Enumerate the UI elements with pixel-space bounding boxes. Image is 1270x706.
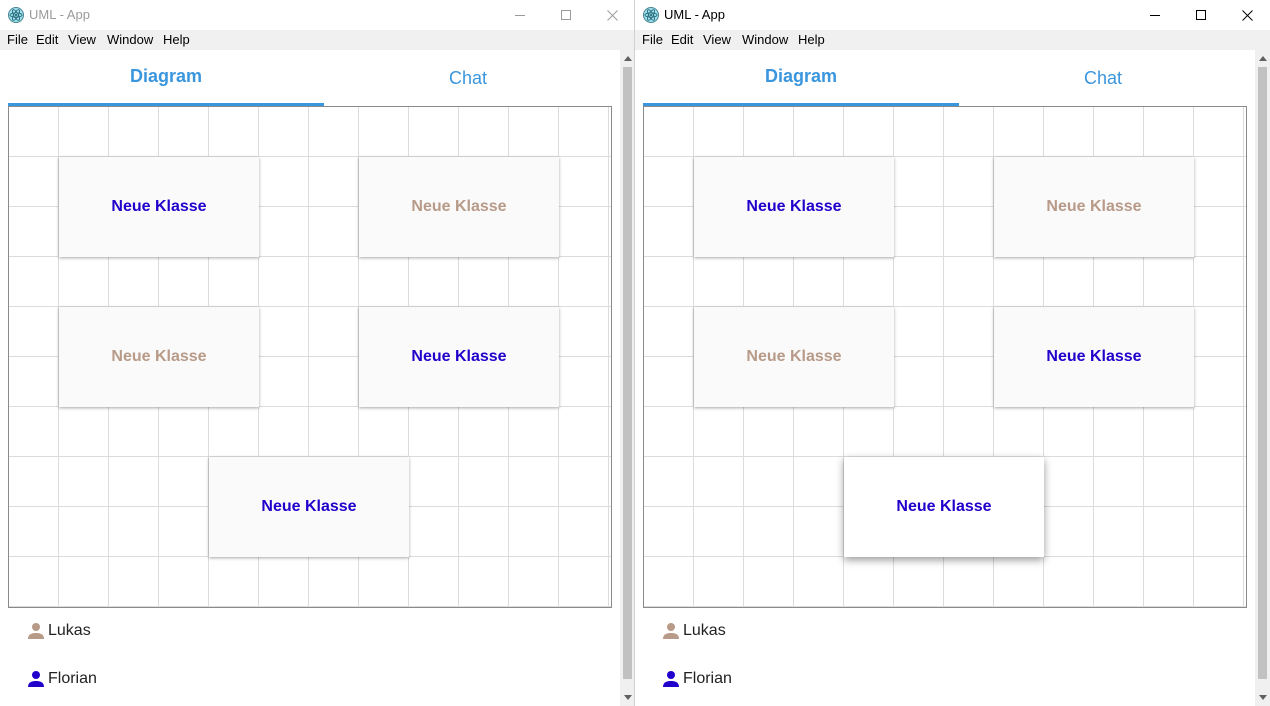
menu-file[interactable]: File [642, 32, 663, 48]
user-entry-lukas: Lukas [27, 620, 91, 642]
menu-edit[interactable]: Edit [671, 32, 693, 48]
menu-help[interactable]: Help [163, 32, 190, 48]
close-button[interactable] [1224, 0, 1270, 30]
title-bar[interactable]: UML - App [0, 0, 635, 30]
electron-app-icon [8, 7, 24, 23]
menu-view[interactable]: View [68, 32, 96, 48]
vertical-scrollbar[interactable] [1255, 50, 1270, 706]
scroll-down-arrow-icon[interactable] [1259, 695, 1267, 700]
uml-class-box[interactable]: Neue Klasse [209, 457, 409, 557]
app-window-right: UML - App File Edit View Window Help Dia… [635, 0, 1270, 706]
person-icon [663, 623, 679, 639]
title-bar[interactable]: UML - App [635, 0, 1270, 30]
tab-bar: Diagram Chat [643, 50, 1247, 106]
uml-class-box[interactable]: Neue Klasse [694, 157, 894, 257]
diagram-canvas[interactable]: Neue Klasse Neue Klasse Neue Klasse Neue… [643, 106, 1247, 608]
window-title: UML - App [29, 7, 90, 22]
uml-class-box[interactable]: Neue Klasse [694, 307, 894, 407]
menu-bar: File Edit View Window Help [635, 30, 1270, 50]
minimize-button[interactable] [1132, 0, 1178, 30]
tab-bar: Diagram Chat [8, 50, 612, 106]
minimize-icon [1150, 15, 1160, 16]
uml-class-box[interactable]: Neue Klasse [359, 307, 559, 407]
menu-help[interactable]: Help [798, 32, 825, 48]
window-title: UML - App [664, 7, 725, 22]
scroll-thumb[interactable] [1258, 67, 1267, 679]
close-icon [606, 9, 618, 21]
person-icon [28, 671, 44, 687]
app-window-left: UML - App File Edit View Window Help Dia… [0, 0, 635, 706]
person-icon [28, 623, 44, 639]
person-icon [663, 671, 679, 687]
maximize-button[interactable] [1178, 0, 1224, 30]
maximize-icon [1196, 10, 1206, 20]
tab-diagram[interactable]: Diagram [8, 50, 324, 106]
user-name: Lukas [683, 622, 726, 639]
uml-class-box[interactable]: Neue Klasse [994, 157, 1194, 257]
user-entry-florian: Florian [662, 668, 732, 690]
uml-class-box[interactable]: Neue Klasse [59, 307, 259, 407]
user-name: Lukas [48, 622, 91, 639]
menu-edit[interactable]: Edit [36, 32, 58, 48]
uml-class-box[interactable]: Neue Klasse [844, 457, 1044, 557]
user-name: Florian [48, 670, 97, 687]
vertical-scrollbar[interactable] [620, 50, 635, 706]
main-content: Diagram Chat Neue Klasse Neue Klasse Neu… [635, 50, 1255, 706]
window-divider [634, 0, 635, 706]
menu-file[interactable]: File [7, 32, 28, 48]
main-content: Diagram Chat Neue Klasse Neue Klasse Neu… [0, 50, 620, 706]
tab-chat[interactable]: Chat [959, 50, 1247, 106]
uml-class-box[interactable]: Neue Klasse [359, 157, 559, 257]
uml-class-box[interactable]: Neue Klasse [994, 307, 1194, 407]
uml-class-box[interactable]: Neue Klasse [59, 157, 259, 257]
maximize-icon [561, 10, 571, 20]
minimize-button[interactable] [497, 0, 543, 30]
close-icon [1241, 9, 1253, 21]
scroll-down-arrow-icon[interactable] [624, 695, 632, 700]
diagram-canvas[interactable]: Neue Klasse Neue Klasse Neue Klasse Neue… [8, 106, 612, 608]
scroll-up-arrow-icon[interactable] [1259, 56, 1267, 61]
user-entry-lukas: Lukas [662, 620, 726, 642]
menu-window[interactable]: Window [107, 32, 153, 48]
maximize-button[interactable] [543, 0, 589, 30]
tab-chat[interactable]: Chat [324, 50, 612, 106]
minimize-icon [515, 15, 525, 16]
electron-app-icon [643, 7, 659, 23]
user-name: Florian [683, 670, 732, 687]
menu-window[interactable]: Window [742, 32, 788, 48]
tab-diagram[interactable]: Diagram [643, 50, 959, 106]
menu-view[interactable]: View [703, 32, 731, 48]
menu-bar: File Edit View Window Help [0, 30, 635, 50]
user-entry-florian: Florian [27, 668, 97, 690]
scroll-up-arrow-icon[interactable] [624, 56, 632, 61]
scroll-thumb[interactable] [623, 67, 632, 679]
close-button[interactable] [589, 0, 635, 30]
